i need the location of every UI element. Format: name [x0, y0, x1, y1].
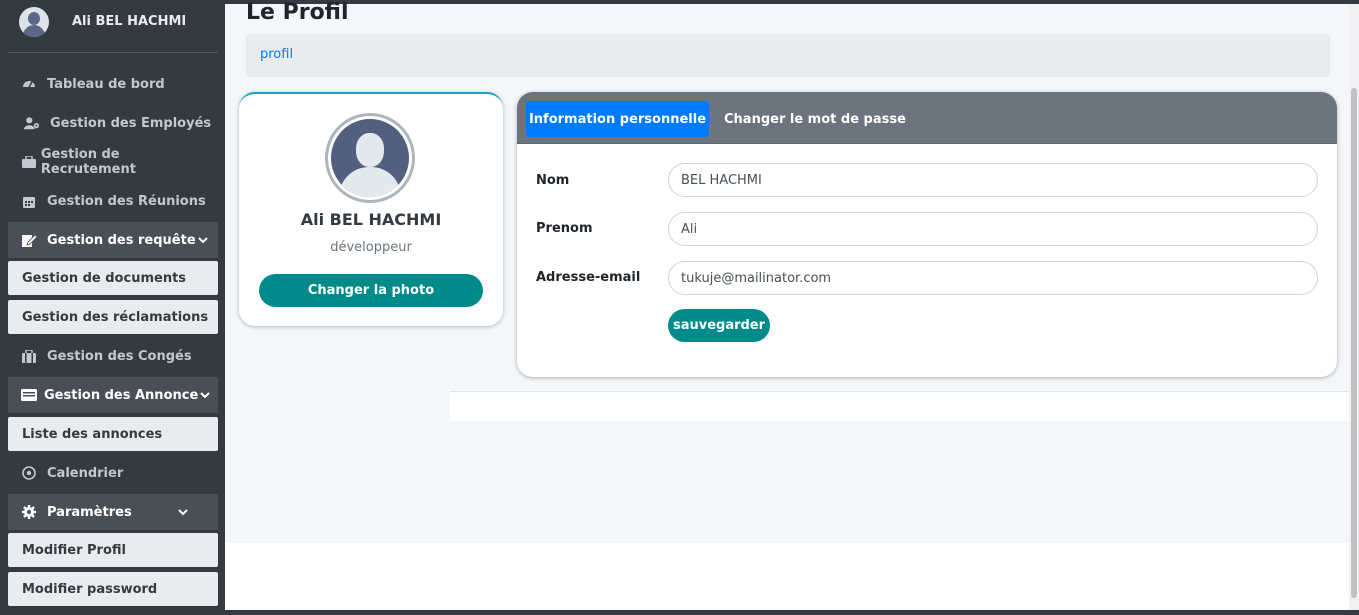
sidebar-item-employes[interactable]: Gestion des Employés	[8, 106, 218, 140]
chevron-down-icon	[197, 234, 208, 247]
sidebar-item-label: Gestion des requête	[47, 232, 196, 248]
gear-icon	[21, 504, 37, 520]
prenom-label: Prenom	[536, 221, 593, 236]
content-footer-space	[225, 543, 1349, 610]
profile-card: Ali BEL HACHMI développeur Changer la ph…	[239, 92, 503, 326]
sidebar-item-parametres[interactable]: Paramètres	[8, 494, 218, 530]
sidebar-item-reclamations[interactable]: Gestion des réclamations	[8, 300, 218, 334]
email-input[interactable]: tukuje@mailinator.com	[668, 261, 1318, 295]
tab-changer-mot-de-passe[interactable]: Changer le mot de passe	[724, 101, 906, 137]
edit-icon	[21, 232, 37, 248]
profile-avatar	[325, 113, 415, 203]
card-icon	[21, 387, 37, 403]
scrollbar[interactable]	[1349, 4, 1359, 610]
white-panel	[450, 391, 1349, 421]
briefcase-icon	[21, 154, 37, 170]
sidebar-item-label: Tableau de bord	[47, 76, 165, 92]
sidebar-item-label: Gestion des Congés	[47, 348, 192, 364]
sidebar-item-liste-annonces[interactable]: Liste des annonces	[8, 417, 218, 451]
sidebar-item-label: Paramètres	[47, 504, 132, 520]
circle-dot-icon	[21, 465, 37, 481]
save-button[interactable]: sauvegarder	[668, 309, 770, 342]
sidebar-item-conges[interactable]: Gestion des Congés	[8, 339, 218, 373]
suitcase-icon	[21, 348, 37, 364]
sidebar-item-label: Gestion des Annonce	[44, 387, 199, 403]
calendar-icon	[21, 193, 37, 209]
sidebar-item-modifier-password[interactable]: Modifier password	[8, 572, 218, 606]
sidebar-item-label: Gestion de Recrutement	[40, 147, 136, 177]
sidebar-item-calendrier[interactable]: Calendrier	[8, 456, 218, 490]
chevron-down-icon	[200, 389, 210, 402]
chevron-down-icon	[178, 506, 188, 519]
sidebar-item-annonces[interactable]: Gestion des Annonce	[8, 377, 218, 413]
sidebar-item-label: Gestion des Employés	[50, 115, 212, 131]
taskbar-strip	[0, 610, 1359, 615]
sidebar-item-reunions[interactable]: Gestion des Réunions	[8, 184, 218, 218]
sidebar-item-requetes[interactable]: Gestion des requête	[8, 222, 218, 258]
nom-label: Nom	[536, 173, 570, 188]
breadcrumb-link-profil[interactable]: profil	[260, 47, 293, 62]
breadcrumb: profil	[246, 34, 1330, 77]
gauge-icon	[21, 76, 37, 92]
nom-input[interactable]: BEL HACHMI	[668, 163, 1318, 197]
divider	[8, 52, 218, 53]
sidebar-item-dashboard[interactable]: Tableau de bord	[8, 67, 218, 101]
user-name[interactable]: Ali BEL HACHMI	[72, 14, 186, 29]
page-title: Le Profil	[246, 0, 349, 25]
sidebar-item-documents[interactable]: Gestion de documents	[8, 261, 218, 295]
profile-name: Ali BEL HACHMI	[300, 210, 442, 229]
profile-form-card: Information personnelle Changer le mot d…	[517, 92, 1337, 377]
email-label: Adresse-email	[536, 270, 641, 285]
tab-header: Information personnelle Changer le mot d…	[517, 92, 1337, 144]
sidebar-item-label: Gestion des Réunions	[47, 193, 206, 209]
scrollbar-thumb[interactable]	[1351, 88, 1357, 598]
user-gear-icon	[24, 115, 40, 131]
avatar	[19, 7, 49, 37]
user-panel[interactable]: Ali BEL HACHMI	[0, 0, 225, 52]
sidebar: Ali BEL HACHMI Tableau de bord Gestion d…	[0, 0, 225, 615]
change-photo-button[interactable]: Changer la photo	[259, 274, 483, 307]
profile-role: développeur	[330, 240, 412, 255]
sidebar-item-modifier-profil[interactable]: Modifier Profil	[8, 533, 218, 567]
sidebar-item-label: Calendrier	[47, 465, 124, 481]
prenom-input[interactable]: Ali	[668, 212, 1318, 246]
sidebar-item-recrutement[interactable]: Gestion de Recrutement	[8, 145, 218, 179]
tab-information-personnelle[interactable]: Information personnelle	[526, 101, 709, 137]
